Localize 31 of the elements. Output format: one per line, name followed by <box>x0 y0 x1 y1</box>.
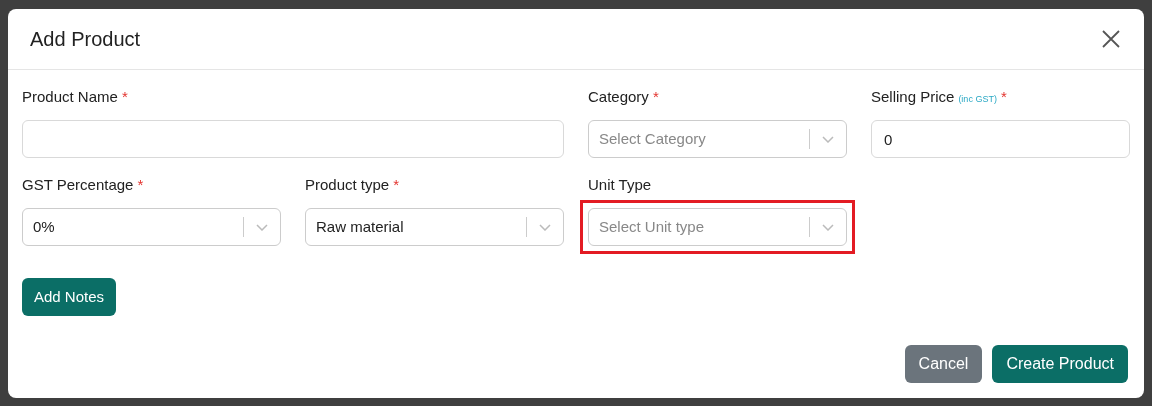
chevron-down-icon <box>256 223 268 231</box>
text-field[interactable] <box>22 120 564 158</box>
select-value: Raw material <box>315 216 405 237</box>
create-button[interactable]: Create Product <box>992 345 1128 383</box>
select-field[interactable]: Raw material <box>305 208 564 246</box>
select-field[interactable]: Select Category <box>588 120 847 158</box>
dialog-title: Add Product <box>30 27 141 52</box>
field-label: Product Name <box>22 87 118 107</box>
chevron-down-icon <box>539 223 551 231</box>
field-note: (inc GST) <box>958 93 997 106</box>
close-icon[interactable] <box>1100 28 1122 50</box>
required-mark: * <box>1000 87 1007 107</box>
add-notes-button[interactable]: Add Notes <box>22 278 117 316</box>
required-mark: * <box>137 175 144 195</box>
select-field[interactable]: 0% <box>22 208 281 246</box>
chevron-down-icon <box>822 223 834 231</box>
field-label: Product type <box>305 175 390 195</box>
text-field[interactable]: 0 <box>871 120 1130 158</box>
required-mark: * <box>652 87 659 107</box>
select-field[interactable]: Select Unit type <box>588 208 847 246</box>
required-mark: * <box>393 175 400 195</box>
cancel-button[interactable]: Cancel <box>904 345 983 383</box>
required-mark: * <box>121 87 128 107</box>
field-label: Selling Price <box>871 87 955 107</box>
field-label: Category <box>588 87 649 107</box>
select-value: 0% <box>32 216 56 237</box>
select-placeholder: Select Unit type <box>598 216 706 237</box>
chevron-down-icon <box>822 135 834 143</box>
select-placeholder: Select Category <box>598 128 707 149</box>
field-label: GST Percentage <box>22 175 134 195</box>
field-label: Unit Type <box>588 175 652 195</box>
